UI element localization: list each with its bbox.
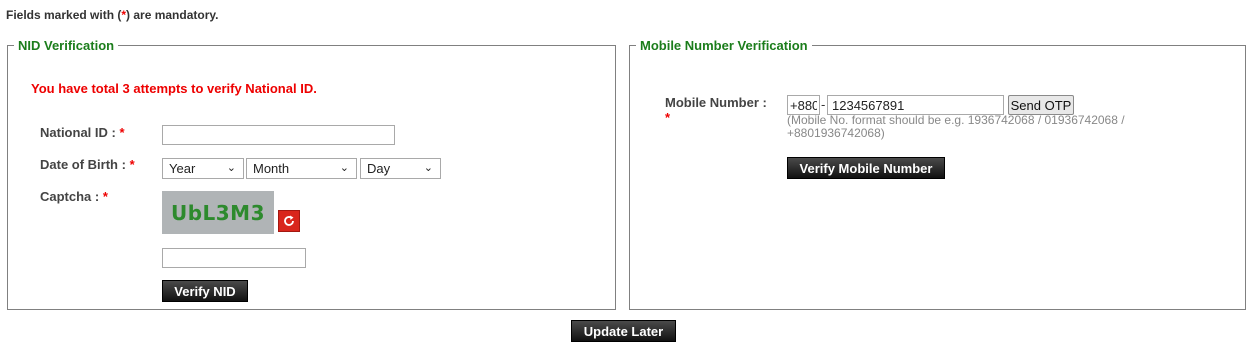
captcha-image: UbL3M3 [162, 191, 274, 234]
verify-nid-button[interactable]: Verify NID [162, 280, 248, 302]
attempts-warning: You have total 3 attempts to verify Nati… [31, 81, 317, 96]
nid-legend: NID Verification [18, 38, 115, 53]
country-code-input[interactable] [787, 95, 820, 115]
national-id-label: National ID : * [40, 125, 125, 140]
captcha-input[interactable] [162, 248, 306, 268]
chevron-down-icon: ⌄ [423, 162, 433, 174]
send-otp-button[interactable]: Send OTP [1008, 95, 1074, 115]
dob-label: Date of Birth : * [40, 157, 135, 172]
dob-year-select[interactable]: Year ⌄ [162, 158, 244, 179]
mobile-verification-section: Mobile Number Verification Mobile Number… [629, 38, 1246, 310]
dob-month-select[interactable]: Month ⌄ [246, 158, 357, 179]
mobile-format-hint: (Mobile No. format should be e.g. 193674… [787, 113, 1125, 140]
chevron-down-icon: ⌄ [339, 162, 349, 174]
refresh-captcha-button[interactable] [278, 210, 300, 232]
refresh-icon [284, 215, 294, 226]
mobile-number-input[interactable] [827, 95, 1004, 115]
national-id-input[interactable] [162, 125, 395, 145]
verify-mobile-button[interactable]: Verify Mobile Number [787, 157, 945, 179]
mandatory-note: Fields marked with (*) are mandatory. [6, 8, 219, 22]
mobile-number-label: Mobile Number : * [665, 95, 767, 125]
nid-verification-section: NID Verification You have total 3 attemp… [7, 38, 616, 310]
chevron-down-icon: ⌄ [226, 162, 236, 174]
dob-day-select[interactable]: Day ⌄ [360, 158, 441, 179]
mobile-legend: Mobile Number Verification [640, 38, 808, 53]
separator-dash: - [821, 97, 826, 112]
captcha-label: Captcha : * [40, 189, 108, 204]
update-later-button[interactable]: Update Later [571, 320, 676, 342]
